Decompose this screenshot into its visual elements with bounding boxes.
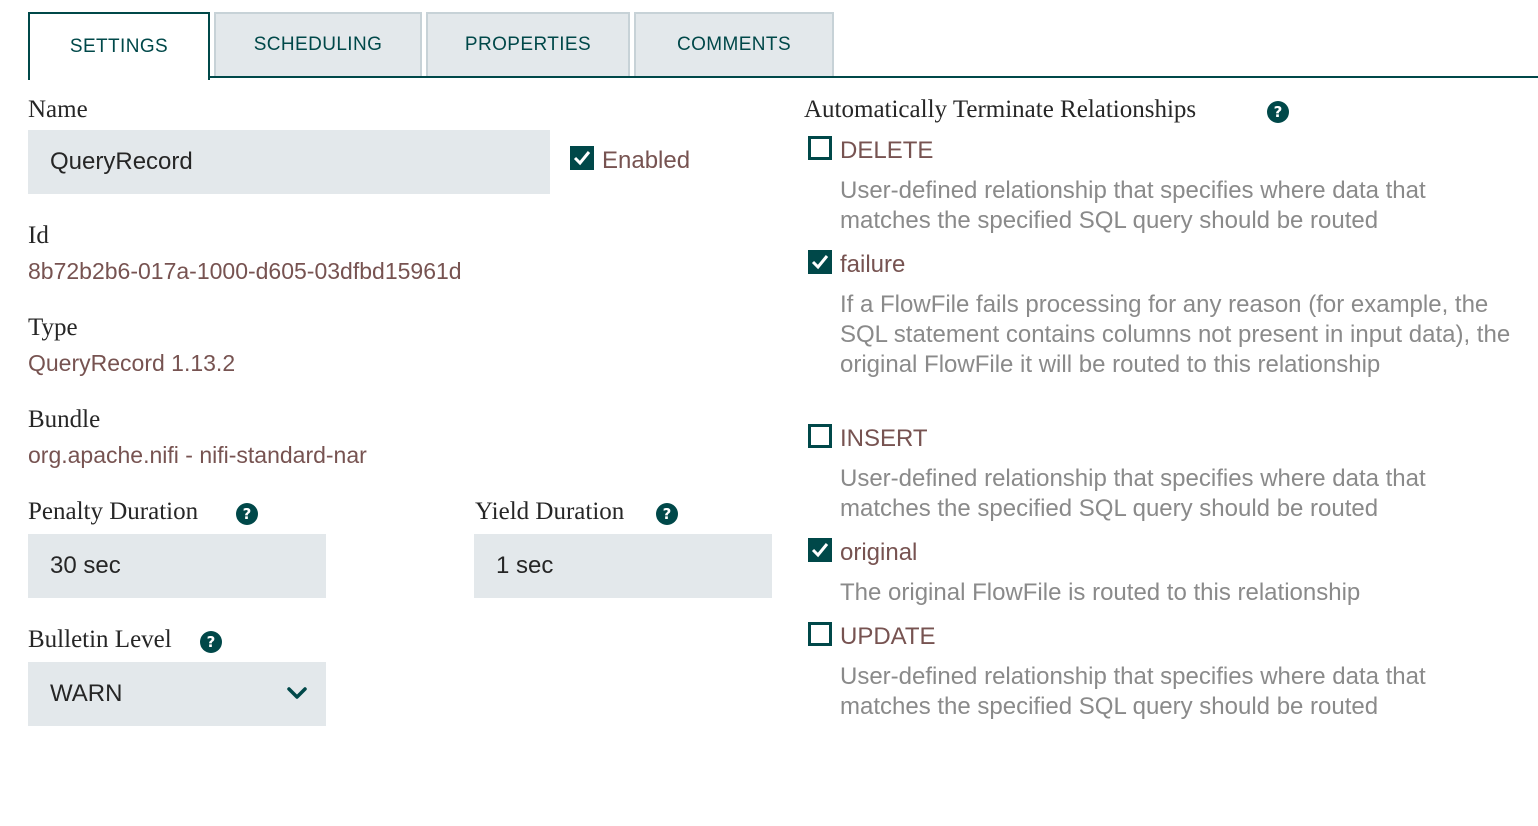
id-value: 8b72b2b6-017a-1000-d605-03dfbd15961d — [28, 258, 462, 284]
relationship-name: UPDATE — [840, 623, 936, 650]
yield-duration-label: Yield Duration — [475, 498, 625, 525]
relationship-description: User-defined relationship that specifies… — [840, 663, 1426, 720]
relationship-name: original — [840, 539, 918, 566]
bulletin-help-icon[interactable]: ? — [200, 631, 222, 653]
enabled-checkbox[interactable] — [570, 146, 594, 170]
terminate-relationships-title: Automatically Terminate Relationships — [804, 96, 1197, 123]
relationships-help-icon[interactable]: ? — [1267, 101, 1289, 123]
tab-scheduling[interactable]: SCHEDULING — [214, 12, 422, 76]
type-label: Type — [28, 314, 78, 341]
tab-settings[interactable]: SETTINGS — [28, 12, 210, 80]
relationship-name: INSERT — [840, 425, 928, 452]
delete-checkbox[interactable] — [808, 136, 832, 160]
bundle-value: org.apache.nifi - nifi-standard-nar — [28, 442, 367, 468]
relationship-description: User-defined relationship that specifies… — [840, 465, 1426, 522]
relationship-description: If a FlowFile fails processing for any r… — [840, 291, 1511, 378]
yield-duration-input[interactable]: 1 sec — [474, 534, 772, 598]
relationship-description: The original FlowFile is routed to this … — [840, 579, 1361, 606]
original-checkbox[interactable] — [808, 538, 832, 562]
penalty-duration-label: Penalty Duration — [28, 498, 199, 525]
name-label: Name — [28, 96, 88, 123]
update-checkbox[interactable] — [808, 622, 832, 646]
bulletin-level-label: Bulletin Level — [28, 626, 172, 653]
penalty-help-icon[interactable]: ? — [236, 503, 258, 525]
tab-comments[interactable]: COMMENTS — [634, 12, 834, 76]
type-value: QueryRecord 1.13.2 — [28, 350, 236, 376]
bundle-label: Bundle — [28, 406, 101, 433]
insert-checkbox[interactable] — [808, 424, 832, 448]
tab-properties[interactable]: PROPERTIES — [426, 12, 630, 76]
penalty-duration-input[interactable]: 30 sec — [28, 534, 326, 598]
relationship-description: User-defined relationship that specifies… — [840, 177, 1426, 234]
failure-checkbox[interactable] — [808, 250, 832, 274]
tabs-underline — [28, 76, 1538, 78]
id-label: Id — [28, 222, 49, 249]
check-icon — [573, 151, 591, 166]
chevron-down-icon — [287, 687, 307, 699]
enabled-label: Enabled — [602, 147, 691, 174]
name-input[interactable]: QueryRecord — [28, 130, 550, 194]
yield-help-icon[interactable]: ? — [656, 503, 678, 525]
relationship-name: failure — [840, 251, 906, 278]
bulletin-level-value: WARN — [50, 680, 123, 707]
check-icon — [811, 543, 829, 558]
bulletin-level-select[interactable]: WARN — [28, 662, 326, 726]
relationship-name: DELETE — [840, 137, 934, 164]
check-icon — [811, 255, 829, 270]
